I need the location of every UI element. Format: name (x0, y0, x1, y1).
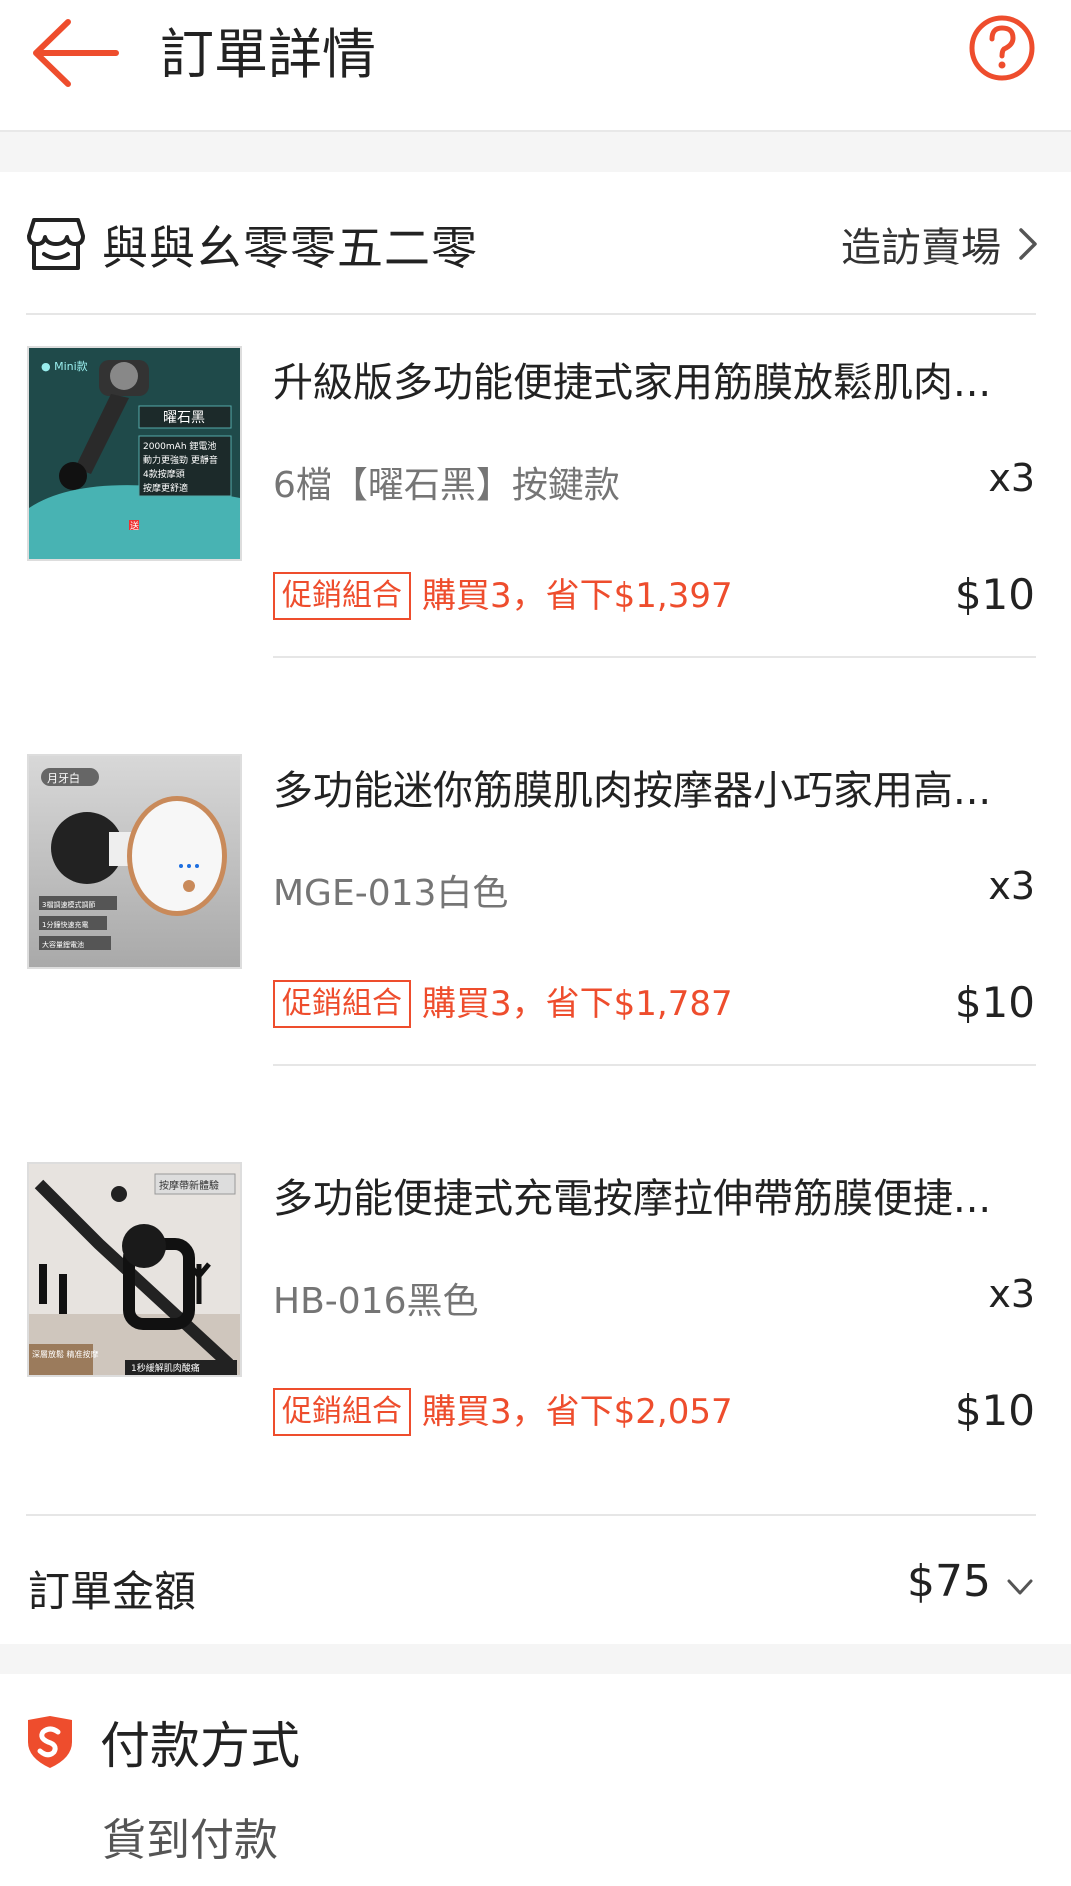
visit-shop-label: 造訪賣場 (841, 225, 1001, 271)
product-variant: 6檔【曜石黑】按鍵款 (273, 465, 620, 506)
svg-text:大容量鋰電池: 大容量鋰電池 (42, 940, 84, 949)
promo-bundle-tag[interactable]: 促銷組合 (273, 1388, 411, 1436)
shop-order-card: 與與幺零零五二零 造訪賣場 ● Mini款 曜石黑 2000mAh 鋰電池 動力… (0, 172, 1071, 1644)
product-quantity: x3 (988, 456, 1035, 500)
page-title: 訂單詳情 (160, 23, 376, 86)
svg-text:3檔調速模式調節: 3檔調速模式調節 (42, 900, 95, 909)
thumb-brand: ● Mini款 (41, 359, 88, 373)
order-item[interactable]: 月牙白 3檔調速模式調節 1分鐘快速充電 大容量鋰電池 多功能迷你筋膜肌肉按摩器… (0, 724, 1071, 1132)
divider (273, 656, 1036, 658)
product-image: 按摩帶新體驗 深層放鬆 精准按摩 1秒緩解肌肉酸痛 (27, 1162, 242, 1377)
divider (26, 313, 1036, 315)
payment-method-value: 貨到付款 (102, 1815, 278, 1866)
product-name: 升級版多功能便捷式家用筋膜放鬆肌肉... (273, 360, 992, 406)
chevron-down-icon (1007, 1579, 1033, 1595)
svg-text:1秒緩解肌肉酸痛: 1秒緩解肌肉酸痛 (131, 1362, 200, 1374)
thumb-color-name: 曜石黑 (163, 410, 205, 426)
svg-text:按摩更舒適: 按摩更舒適 (143, 482, 188, 494)
product-price: $10 (954, 570, 1035, 619)
promo-savings-text: 購買3，省下$2,057 (422, 1392, 733, 1432)
order-total-row[interactable]: 訂單金額 $75 (0, 1520, 1071, 1644)
svg-text:深層放鬆 精准按摩: 深層放鬆 精准按摩 (32, 1349, 99, 1359)
order-total-label: 訂單金額 (28, 1567, 197, 1616)
product-price: $10 (954, 978, 1035, 1027)
product-price: $10 (954, 1386, 1035, 1435)
shield-icon (28, 1716, 72, 1768)
order-item[interactable]: 按摩帶新體驗 深層放鬆 精准按摩 1秒緩解肌肉酸痛 多功能便捷式充電按摩拉伸帶筋… (0, 1132, 1071, 1540)
promo-savings-text: 購買3，省下$1,397 (422, 576, 733, 616)
shop-name: 與與幺零零五二零 (102, 221, 478, 275)
order-total-value: $75 (907, 1556, 991, 1607)
shop-header: 與與幺零零五二零 造訪賣場 (0, 172, 1071, 315)
svg-text:2000mAh 鋰電池: 2000mAh 鋰電池 (143, 440, 216, 452)
product-name: 多功能迷你筋膜肌肉按摩器小巧家用高... (273, 768, 992, 814)
app-header: 訂單詳情 (0, 0, 1071, 132)
svg-text:動力更強勁 更靜音: 動力更強勁 更靜音 (143, 454, 218, 466)
svg-text:4款按摩頭: 4款按摩頭 (143, 468, 185, 480)
product-quantity: x3 (988, 1272, 1035, 1316)
thumb-headline: 按摩帶新體驗 (159, 1179, 219, 1192)
product-image: 月牙白 3檔調速模式調節 1分鐘快速充電 大容量鋰電池 (27, 754, 242, 969)
payment-method-title: 付款方式 (100, 1717, 300, 1775)
help-icon[interactable] (968, 14, 1036, 82)
payment-method-card: 付款方式 貨到付款 (0, 1674, 1071, 1886)
chevron-right-icon (1019, 228, 1037, 260)
order-item[interactable]: ● Mini款 曜石黑 2000mAh 鋰電池 動力更強勁 更靜音 4款按摩頭 … (0, 316, 1071, 724)
divider (26, 1514, 1036, 1516)
product-variant: MGE-013白色 (273, 873, 509, 914)
shop-icon (27, 218, 85, 270)
svg-text:送: 送 (130, 520, 139, 532)
product-image: ● Mini款 曜石黑 2000mAh 鋰電池 動力更強勁 更靜音 4款按摩頭 … (27, 346, 242, 561)
thumb-color-name: 月牙白 (47, 771, 80, 785)
product-name: 多功能便捷式充電按摩拉伸帶筋膜便捷... (273, 1176, 992, 1222)
product-variant: HB-016黑色 (273, 1281, 479, 1322)
svg-text:1分鐘快速充電: 1分鐘快速充電 (42, 920, 88, 929)
promo-savings-text: 購買3，省下$1,787 (422, 984, 733, 1024)
product-quantity: x3 (988, 864, 1035, 908)
divider (273, 1064, 1036, 1066)
promo-bundle-tag[interactable]: 促銷組合 (273, 980, 411, 1028)
back-arrow-icon[interactable] (22, 8, 132, 98)
visit-shop-button[interactable]: 造訪賣場 (841, 214, 1039, 274)
promo-bundle-tag[interactable]: 促銷組合 (273, 572, 411, 620)
